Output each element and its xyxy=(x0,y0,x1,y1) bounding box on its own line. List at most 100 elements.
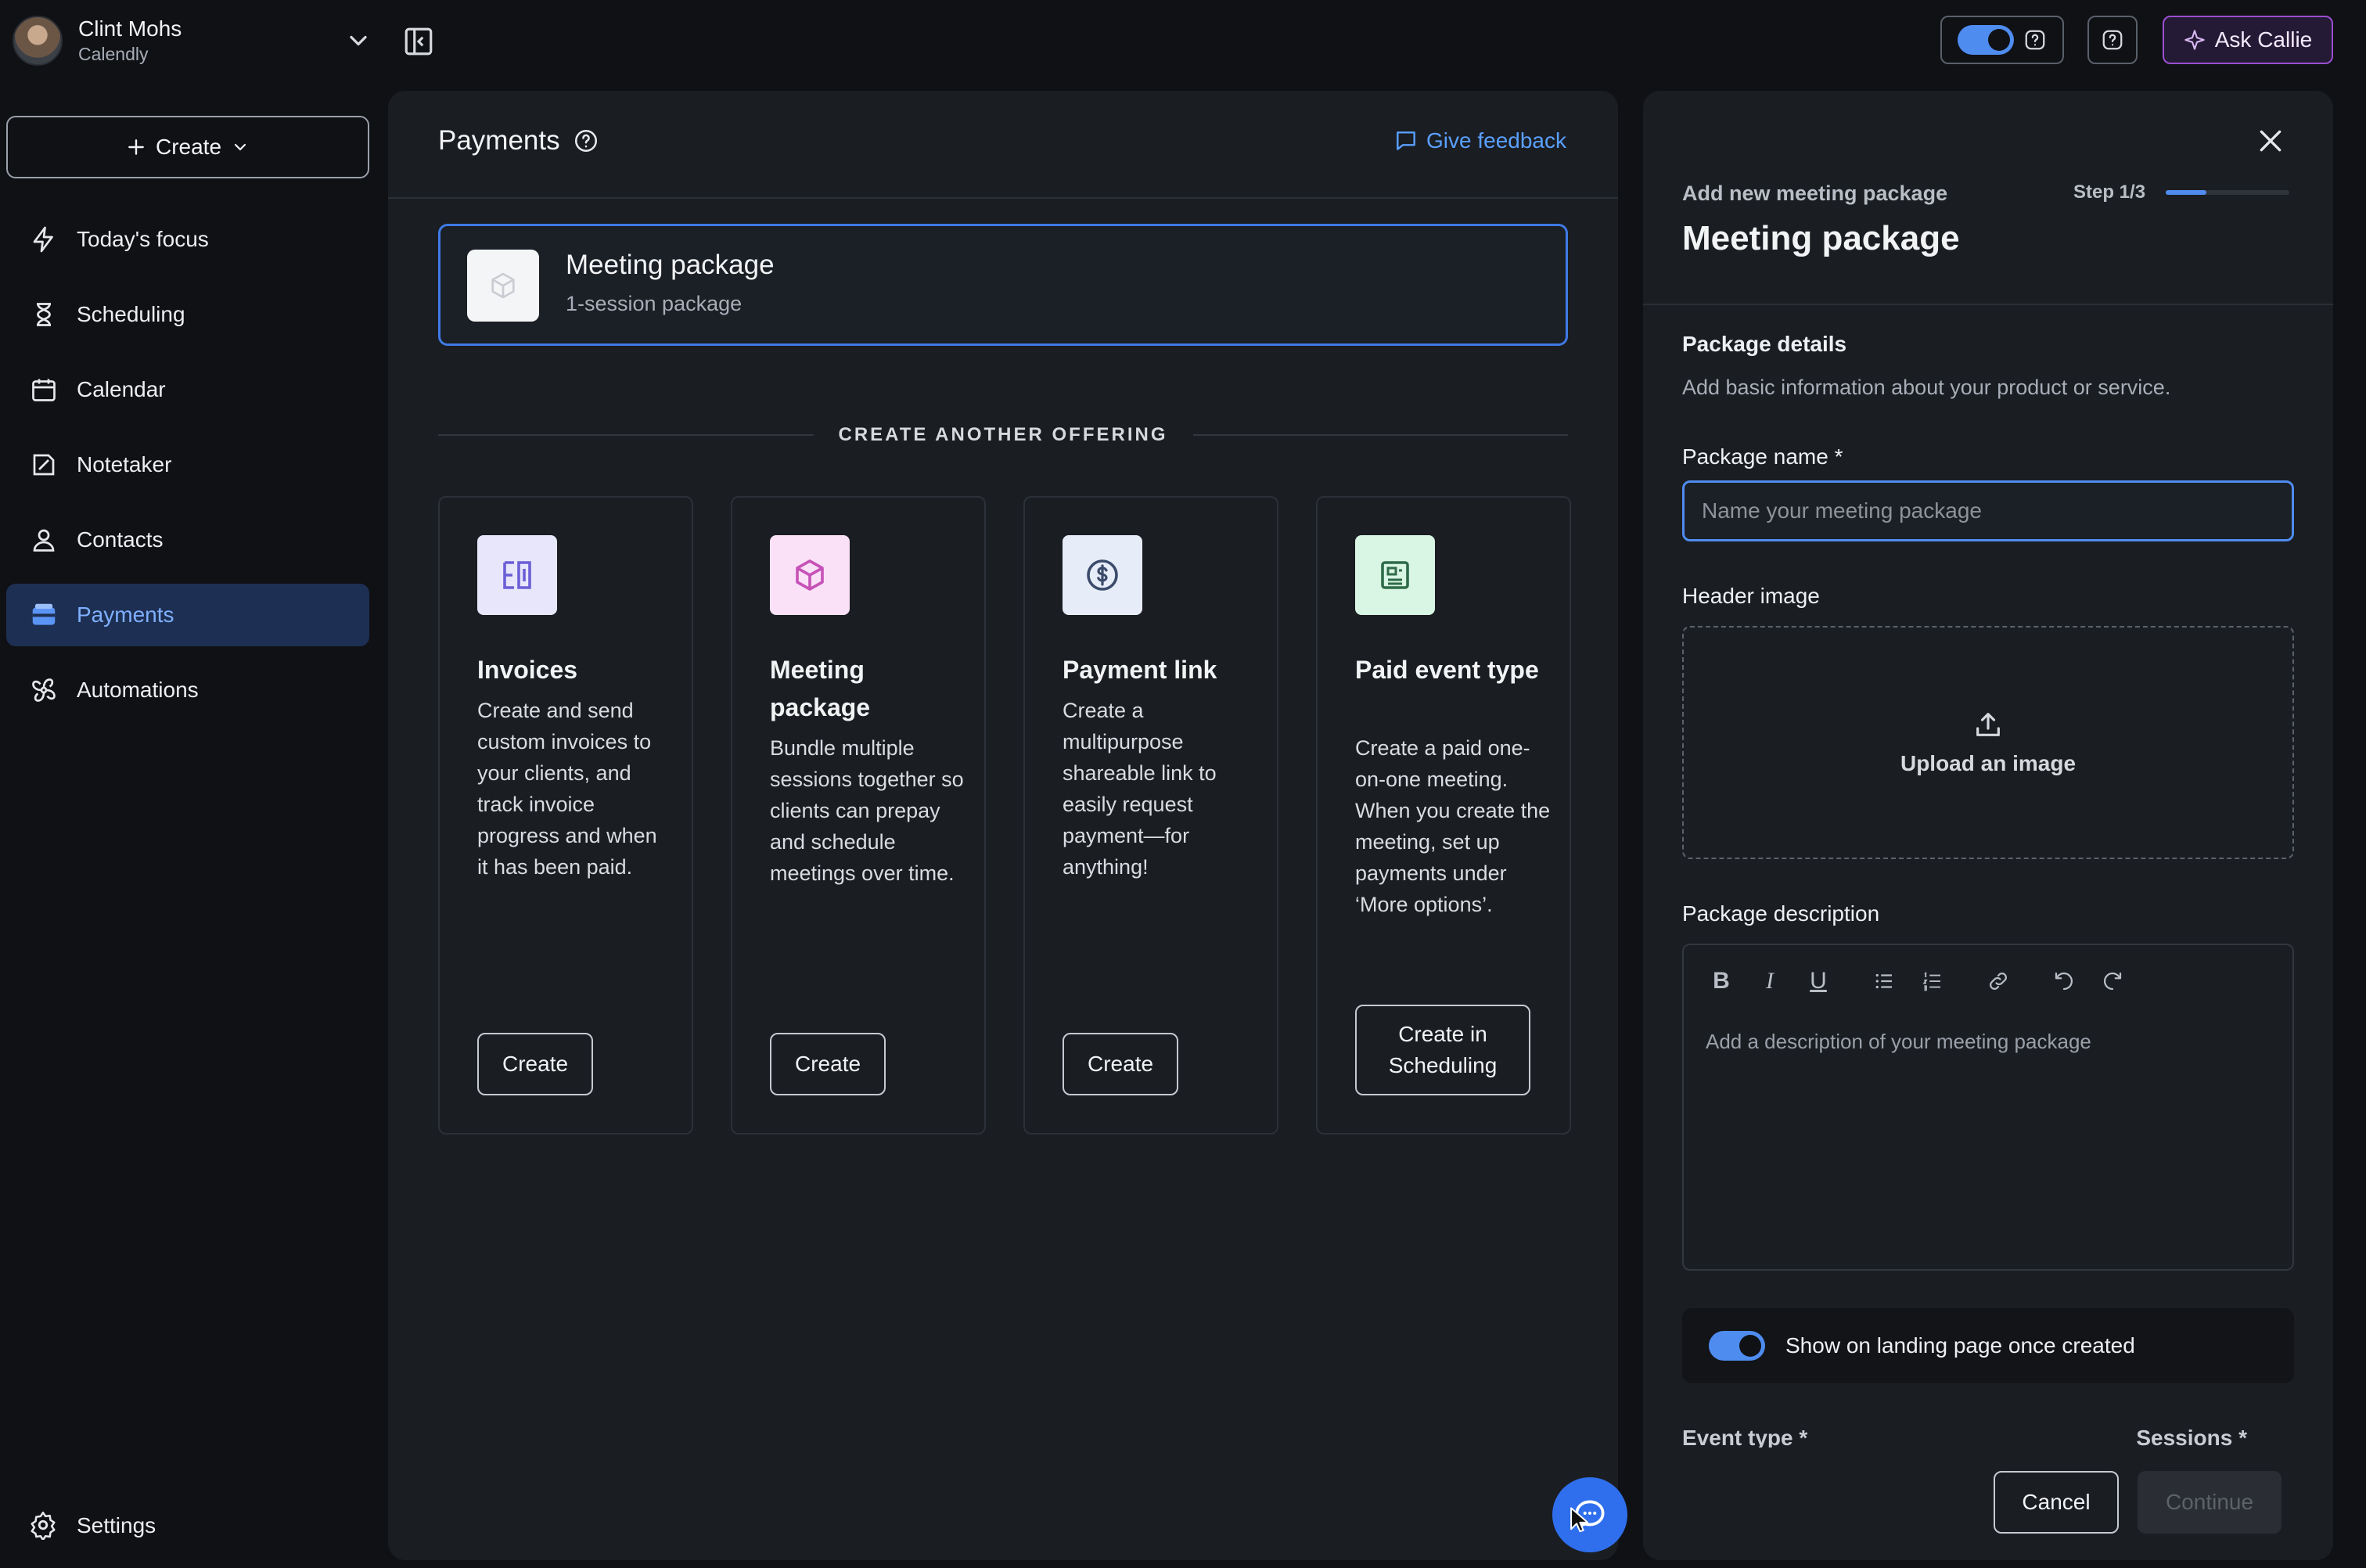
sidebar-item-calendar[interactable]: Calendar xyxy=(6,358,369,421)
landing-page-toggle[interactable] xyxy=(1709,1331,1765,1361)
create-meeting-package-button[interactable]: Create xyxy=(770,1033,886,1095)
question-circle-icon[interactable] xyxy=(573,128,599,154)
sidebar-item-payments[interactable]: Payments xyxy=(6,584,369,646)
sidebar-item-contacts[interactable]: Contacts xyxy=(6,509,369,571)
upload-icon xyxy=(1976,713,2000,736)
divider-line xyxy=(1192,434,1568,436)
section-subtitle: Add basic information about your product… xyxy=(1682,376,2171,399)
offering-description: Create a multipurpose shareable link to … xyxy=(1063,699,1217,879)
page-title: Payments xyxy=(438,125,599,156)
chevron-down-icon[interactable] xyxy=(344,27,372,55)
package-name-input[interactable] xyxy=(1682,480,2294,541)
calendar-icon xyxy=(28,374,59,405)
create-label: Create xyxy=(155,135,222,159)
settings-label: Settings xyxy=(77,1513,156,1537)
notetaker-icon xyxy=(28,449,59,480)
drawer-footer: Cancel Continue xyxy=(1643,1448,2333,1560)
sidebar: Clint Mohs Calendly Create Today's focus… xyxy=(0,0,383,1568)
sidebar-item-label: Today's focus xyxy=(77,227,209,251)
header-image-upload[interactable]: Upload an image xyxy=(1682,626,2294,859)
redo-icon[interactable] xyxy=(2097,966,2128,997)
sidebar-item-label: Notetaker xyxy=(77,452,172,477)
account-switcher[interactable]: Clint Mohs Calendly xyxy=(13,13,372,69)
drawer-kicker: Add new meeting package xyxy=(1682,182,1948,205)
offering-description: Bundle multiple sessions together so cli… xyxy=(770,736,964,885)
offering-card-payment-link: Payment link Create a multipurpose share… xyxy=(1023,496,1278,1135)
account-info: Clint Mohs Calendly xyxy=(78,16,182,66)
give-feedback-label: Give feedback xyxy=(1426,128,1566,153)
sidebar-item-label: Calendar xyxy=(77,377,166,401)
drawer-divider xyxy=(1643,304,2333,305)
close-icon[interactable] xyxy=(2255,125,2286,156)
selected-offering-title: Meeting package xyxy=(566,250,775,280)
create-button[interactable]: Create xyxy=(6,116,369,178)
contacts-icon xyxy=(28,524,59,556)
plus-icon xyxy=(128,139,144,155)
payments-panel: Payments Give feedback Meeting package 1… xyxy=(388,91,1618,1560)
upload-label: Upload an image xyxy=(1900,751,2077,775)
bullet-list-icon[interactable] xyxy=(1868,966,1900,997)
invoice-icon xyxy=(477,535,557,615)
sidebar-item-automations[interactable]: Automations xyxy=(6,659,369,721)
create-invoice-button[interactable]: Create xyxy=(477,1033,594,1095)
org-name: Calendly xyxy=(78,44,149,64)
help-icon xyxy=(2102,30,2123,50)
collapse-sidebar-icon[interactable] xyxy=(402,25,435,58)
ask-callie-button[interactable]: Ask Callie xyxy=(2163,16,2333,64)
sidebar-item-settings[interactable]: Settings xyxy=(28,1510,156,1541)
offering-card-invoices: Invoices Create and send custom invoices… xyxy=(438,496,693,1135)
section-divider: CREATE ANOTHER OFFERING xyxy=(438,419,1568,451)
new-package-drawer: Add new meeting package Step 1/3 Meeting… xyxy=(1643,91,2333,1560)
sidebar-item-label: Contacts xyxy=(77,527,164,552)
offering-description: Create a paid one-on-one meeting. When y… xyxy=(1355,736,1551,916)
offering-title: Invoices xyxy=(477,656,578,684)
offering-description: Create and send custom invoices to your … xyxy=(477,699,657,879)
sidebar-item-todays-focus[interactable]: Today's focus xyxy=(6,208,369,271)
undo-icon[interactable] xyxy=(2048,966,2080,997)
description-placeholder: Add a description of your meeting packag… xyxy=(1706,1030,2091,1053)
sidebar-item-label: Scheduling xyxy=(77,302,185,326)
wallet-icon xyxy=(28,599,59,631)
sidebar-item-scheduling[interactable]: Scheduling xyxy=(6,283,369,346)
step-label: Step 1/3 xyxy=(2073,182,2146,203)
cancel-button[interactable]: Cancel xyxy=(1994,1471,2119,1534)
avatar xyxy=(13,16,63,66)
chevron-down-icon xyxy=(234,143,246,151)
selected-offering-subtitle: 1-session package xyxy=(566,292,743,315)
sidebar-nav: Today's focus Scheduling Calendar Noteta… xyxy=(6,208,369,734)
landing-page-toggle-row: Show on landing page once created xyxy=(1682,1308,2294,1383)
selected-offering-card[interactable]: Meeting package 1-session package xyxy=(438,224,1568,346)
package-icon xyxy=(770,535,850,615)
sidebar-item-label: Payments xyxy=(77,602,174,627)
sidebar-item-notetaker[interactable]: Notetaker xyxy=(6,433,369,496)
give-feedback-link[interactable]: Give feedback xyxy=(1393,128,1566,153)
step-progress-bar xyxy=(2166,190,2290,195)
payments-header: Payments Give feedback xyxy=(388,91,1618,199)
description-editor[interactable]: B I U Add a description of your meeting … xyxy=(1682,944,2294,1271)
drawer-title: Meeting package xyxy=(1682,219,1960,257)
offering-title: Payment link xyxy=(1063,656,1217,684)
divider-line xyxy=(438,434,814,436)
landing-page-toggle-label: Show on landing page once created xyxy=(1785,1333,2135,1358)
create-in-scheduling-button[interactable]: Create in Scheduling xyxy=(1355,1005,1530,1095)
offering-title: Meeting package xyxy=(770,656,871,721)
help-button[interactable] xyxy=(2087,16,2138,64)
sparkle-icon xyxy=(2184,30,2205,50)
chat-support-button[interactable] xyxy=(1552,1477,1627,1552)
chat-bubble-icon xyxy=(1397,131,1415,150)
bold-icon[interactable]: B xyxy=(1706,966,1737,997)
mouse-cursor-icon xyxy=(1570,1507,1588,1533)
help-icon[interactable] xyxy=(2023,28,2047,52)
numbered-list-icon[interactable] xyxy=(1917,966,1948,997)
create-payment-link-button[interactable]: Create xyxy=(1063,1033,1179,1095)
automations-icon xyxy=(28,674,59,706)
mode-toggle[interactable] xyxy=(1958,25,2014,55)
continue-button[interactable]: Continue xyxy=(2138,1471,2282,1534)
mode-toggle-group xyxy=(1940,16,2064,64)
underline-icon[interactable]: U xyxy=(1803,966,1834,997)
link-icon[interactable] xyxy=(1983,966,2014,997)
offering-card-meeting-package: Meeting package Bundle multiple sessions… xyxy=(731,496,986,1135)
page-title-text: Payments xyxy=(438,125,560,156)
italic-icon[interactable]: I xyxy=(1754,966,1785,997)
editor-toolbar: B I U xyxy=(1706,966,2145,997)
